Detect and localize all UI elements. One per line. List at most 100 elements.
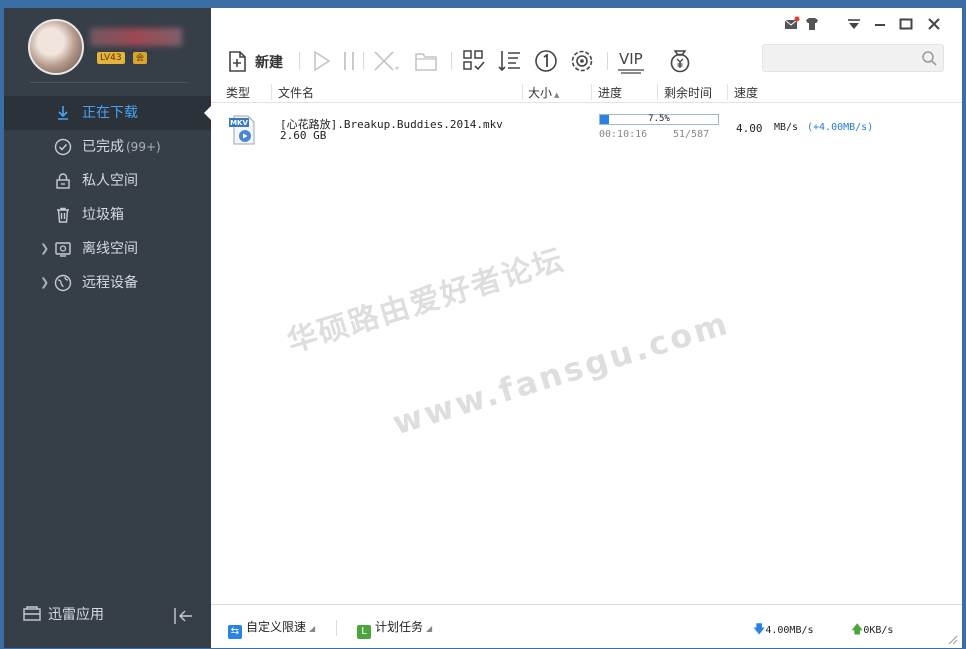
- close-icon[interactable]: [924, 14, 944, 34]
- schedule-icon: L: [357, 625, 371, 639]
- scheduled-task-button[interactable]: L 计划任务 ◢: [357, 619, 432, 639]
- elapsed-time: 00:10:16: [599, 129, 648, 140]
- collapse-sidebar-icon[interactable]: [172, 606, 194, 626]
- check-circle-icon: [54, 138, 72, 156]
- total-upload-speed: 🡅0KB/s: [851, 620, 893, 641]
- trash-icon: [57, 207, 69, 223]
- divider: [299, 52, 300, 70]
- column-size[interactable]: 大小 ▲: [528, 84, 559, 102]
- mail-icon[interactable]: [782, 14, 802, 34]
- watermark-text: 华硕路由爱好者论坛: [283, 242, 569, 361]
- level-badge: LV43: [97, 52, 125, 64]
- divider: [522, 84, 523, 100]
- sidebar-item-label: 垃圾箱: [82, 207, 124, 223]
- mkv-file-icon: MKV: [229, 115, 255, 145]
- yuan-bag-icon[interactable]: [667, 48, 693, 74]
- file-size: 2.60 GB: [280, 129, 327, 142]
- sidebar-item-private-space[interactable]: 私人空间: [4, 164, 211, 198]
- divider: [657, 84, 658, 100]
- divider: [727, 84, 728, 100]
- divider: [271, 84, 272, 100]
- speed-limit-label: 自定义限速: [246, 620, 307, 634]
- download-speed: 4.00: [736, 122, 763, 135]
- sidebar-item-downloading[interactable]: 正在下载: [4, 96, 211, 130]
- speed-limit-button[interactable]: ⇆ 自定义限速 ◢: [228, 619, 315, 639]
- window-controls: [782, 14, 952, 38]
- sidebar: LV43 会 正在下载 已完成 (99+) 私人空间 垃圾箱 ❯ 离线空间 ❯ …: [4, 8, 211, 648]
- delete-icon[interactable]: [371, 48, 401, 74]
- vip-label: VIP: [619, 50, 643, 68]
- column-name[interactable]: 文件名: [278, 84, 314, 102]
- sidebar-item-offline-space[interactable]: ❯ 离线空间: [4, 232, 211, 266]
- settings-icon[interactable]: [569, 48, 595, 74]
- column-type[interactable]: 类型: [226, 84, 250, 102]
- sidebar-item-label: 离线空间: [82, 241, 138, 257]
- column-header: 类型 文件名 大小 ▲ 进度 剩余时间 速度: [211, 82, 962, 103]
- open-folder-icon[interactable]: [413, 48, 439, 74]
- download-icon: [58, 106, 68, 120]
- grid-view-icon[interactable]: [461, 48, 487, 74]
- upload-speed-value: 0KB/s: [863, 625, 894, 636]
- divider: [30, 82, 188, 83]
- search-icon[interactable]: [921, 50, 937, 66]
- new-task-label: 新建: [255, 55, 283, 71]
- pause-icon[interactable]: [341, 48, 357, 74]
- main-panel: 新建 VIP 类型 文件名 大小 ▲ 进度 剩余时间 速度 MKV [心花路放]…: [211, 8, 962, 648]
- thunder-apps-button[interactable]: 迅雷应用: [22, 604, 104, 626]
- skin-icon[interactable]: [802, 14, 822, 34]
- single-task-icon[interactable]: [533, 48, 559, 74]
- sidebar-item-label: 私人空间: [82, 173, 138, 189]
- globe-icon: [54, 274, 72, 292]
- expand-arrow-icon[interactable]: ❯: [40, 232, 49, 266]
- sidebar-item-completed[interactable]: 已完成 (99+): [4, 130, 211, 164]
- username-redacted: [90, 28, 182, 46]
- status-bar: ⇆ 自定义限速 ◢ L 计划任务 ◢ 🡇4.00MB/s 🡅0KB/s: [211, 604, 962, 649]
- sort-up-icon: ▲: [554, 91, 560, 99]
- column-size-label: 大小: [528, 86, 553, 100]
- menu-dropdown-icon[interactable]: [844, 14, 864, 34]
- dropdown-triangle-icon: ◢: [309, 624, 316, 633]
- schedule-label: 计划任务: [375, 620, 424, 634]
- app-window: LV43 会 正在下载 已完成 (99+) 私人空间 垃圾箱 ❯ 离线空间 ❯ …: [4, 8, 962, 648]
- start-icon[interactable]: [309, 48, 333, 74]
- sidebar-item-label: 远程设备: [82, 275, 138, 291]
- minimize-icon[interactable]: [870, 14, 890, 34]
- sidebar-item-remote-devices[interactable]: ❯ 远程设备: [4, 266, 211, 300]
- sort-icon[interactable]: [497, 48, 523, 74]
- sidebar-item-trash[interactable]: 垃圾箱: [4, 198, 211, 232]
- new-file-icon: [229, 51, 246, 72]
- completed-count: (99+): [126, 140, 161, 154]
- column-speed[interactable]: 速度: [734, 84, 758, 102]
- sidebar-item-label: 已完成: [82, 139, 124, 155]
- vip-underline-icon: [618, 69, 644, 74]
- cloud-folder-icon: [55, 242, 71, 257]
- download-row[interactable]: MKV [心花路放].Breakup.Buddies.2014.mkv 2.60…: [211, 108, 962, 152]
- speed-unit: MB/s: [774, 122, 799, 133]
- up-arrow-icon: 🡅: [851, 622, 864, 636]
- vip-badge[interactable]: 会: [133, 52, 147, 64]
- avatar[interactable]: [28, 19, 84, 75]
- resize-grip-icon[interactable]: [948, 635, 958, 645]
- apps-icon: [23, 606, 41, 621]
- divider: [607, 52, 608, 70]
- divider: [451, 52, 452, 70]
- file-type-label: MKV: [230, 119, 248, 127]
- column-progress[interactable]: 进度: [598, 84, 622, 102]
- progress-percent: 7.5%: [648, 114, 670, 124]
- divider: [336, 620, 337, 636]
- watermark-url: www.fansgu.com: [388, 303, 735, 443]
- dropdown-triangle-icon: ◢: [426, 624, 433, 633]
- divider: [591, 84, 592, 100]
- speed-limit-icon: ⇆: [228, 625, 242, 639]
- vip-button[interactable]: VIP: [617, 48, 647, 74]
- maximize-icon[interactable]: [896, 14, 916, 34]
- search-input[interactable]: [762, 44, 944, 72]
- expand-arrow-icon[interactable]: ❯: [40, 266, 49, 300]
- divider: [363, 52, 364, 70]
- download-speed-value: 4.00MB/s: [765, 625, 814, 636]
- sidebar-nav: 正在下载 已完成 (99+) 私人空间 垃圾箱 ❯ 离线空间 ❯ 远程设备: [4, 96, 211, 300]
- new-task-button[interactable]: 新建: [225, 48, 305, 74]
- lock-icon: [56, 173, 70, 189]
- column-remaining-time[interactable]: 剩余时间: [664, 84, 712, 102]
- total-download-speed: 🡇4.00MB/s: [753, 620, 814, 641]
